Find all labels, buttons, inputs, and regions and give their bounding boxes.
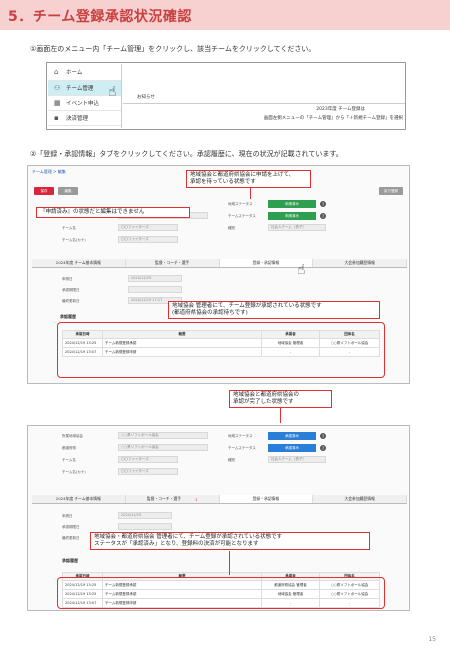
team-status-badge: 承認済み [268, 444, 316, 452]
form-label-team: チーム名 [62, 458, 76, 462]
tab-bar: 2024年度 チーム基本情報 監督・コーチ・選手 登録・承認情報 大会参加履歴情… [32, 259, 407, 268]
callout-arrow [229, 551, 230, 575]
divider [123, 103, 405, 104]
calendar-icon: ▦ [54, 99, 61, 107]
tab-bar: 2024年度 チーム基本情報 監督・コーチ・選手 1 登録・承認情報 大会参加履歴… [32, 495, 407, 504]
type-label: 種別 [228, 458, 235, 462]
callout-pending: 地域協会と都道府県協会に申請を上げて、 承認を待っている状態です [186, 170, 311, 188]
callout-no-edit: 『申請済み』の状態だと編集はできません [36, 207, 190, 218]
region-status-badge: 承認済み [268, 432, 316, 440]
apply-date-label: 申請日 [62, 277, 73, 281]
deadline-field [128, 286, 182, 293]
team-status-label: チームステータス [228, 446, 256, 450]
hand-pointer-icon: ☝ [297, 262, 306, 278]
screenshot-pending: チーム管理 > 編集 保存 編集 戻り登録 都道府県 ○○県ソフトボール協会 チ… [27, 165, 410, 384]
apply-date-field: 2024/12/25 [128, 275, 182, 282]
updated-label: 最終更新日 [62, 536, 80, 540]
deadline-label: 承認期限日 [62, 288, 80, 292]
notice-line2: 画面左側メニューの「チーム管理」から「＋新規チーム登録」を選択 [263, 116, 403, 121]
deadline-label: 承認期限日 [62, 525, 80, 529]
history-highlight [57, 322, 385, 378]
help-circle-icon[interactable]: ? [320, 213, 326, 219]
updated-label: 最終更新日 [62, 299, 80, 303]
team-name-field[interactable]: 〇〇ファイターズ [118, 456, 178, 463]
form-label-kana: チーム名(カナ) [62, 238, 86, 242]
step1-screenshot: ⌂ ホーム ⚇ チーム管理 ▦ イベント申込 ▪ 決済管理 お知らせ 2023年… [46, 62, 406, 130]
help-circle-icon[interactable]: ? [320, 201, 326, 207]
payment-icon: ▪ [54, 114, 59, 122]
apply-date-label: 申請日 [62, 514, 73, 518]
team-status-badge: 申請済み [268, 212, 316, 220]
region-status-label: 地域ステータス [228, 202, 253, 206]
team-name-field[interactable]: 〇〇ファイターズ [118, 224, 178, 231]
slide-title: 5．チーム登録承認状況確認 [8, 9, 192, 25]
tab-staff[interactable]: 監督・コーチ・選手 [125, 259, 220, 267]
type-label: 種別 [228, 226, 235, 230]
region-status-label: 地域ステータス [228, 434, 253, 438]
tab-registration[interactable]: 登録・承認情報 [219, 495, 314, 503]
page-number: 15 [428, 636, 436, 643]
help-circle-icon[interactable]: ? [320, 445, 326, 451]
notice-label: お知らせ [137, 95, 155, 100]
callout-arrow [250, 188, 251, 199]
edit-button[interactable]: 編集 [58, 187, 78, 195]
team-icon: ⚇ [54, 84, 61, 92]
menu-item-payment[interactable]: ▪ 決済管理 [48, 111, 121, 126]
prefecture-field[interactable]: ○○県ソフトボール協会 [118, 444, 208, 451]
history-highlight [57, 577, 385, 609]
tab-history[interactable]: 大会参加履歴情報 [313, 495, 407, 503]
help-circle-icon[interactable]: ? [320, 433, 326, 439]
form-label-kana: チーム名(カナ) [62, 470, 86, 474]
team-kana-field[interactable]: 〇〇ファイターズ [118, 236, 178, 243]
form-label-prefecture: 都道府県 [62, 446, 76, 450]
tab-badge: 1 [195, 496, 198, 502]
region-status-badge: 申請済み [268, 200, 316, 208]
home-icon: ⌂ [54, 68, 59, 76]
tab-staff[interactable]: 監督・コーチ・選手 1 [125, 495, 220, 503]
callout-region-approved: 地域協会 管理者にて、チーム登録が承認されている状態です (都道府県協会の承認待… [168, 301, 380, 319]
screenshot-approved: 所属地域協会 ○○県ソフトボール協会 都道府県 ○○県ソフトボール協会 チーム名… [27, 425, 410, 611]
region-field[interactable]: ○○県ソフトボール協会 [118, 432, 208, 439]
type-select[interactable]: 社会人チーム（男子） [268, 456, 326, 463]
step2-instruction: ②「登録・承認情報」タブをクリックしてください。承認履歴に、現在の状況が記載され… [30, 150, 343, 158]
menu-item-home[interactable]: ⌂ ホーム [48, 64, 121, 81]
save-button[interactable]: 保存 [34, 187, 54, 195]
breadcrumb[interactable]: チーム管理 > 編集 [32, 169, 66, 175]
step1-instruction: ①画面左のメニュー内「チーム管理」をクリックし、該当チームをクリックしてください… [30, 45, 316, 53]
callout-arrow [280, 408, 281, 423]
form-label-team: チーム名 [62, 226, 76, 230]
tab-basic-info[interactable]: 2024年度 チーム基本情報 [32, 259, 126, 267]
team-kana-field[interactable]: 〇〇ファイターズ [118, 468, 178, 475]
team-status-label: チームステータス [228, 214, 256, 218]
history-label: 承認履歴 [62, 558, 78, 563]
form-label-region: 所属地域協会 [62, 434, 83, 438]
history-label: 承認履歴 [60, 314, 76, 319]
type-select[interactable]: 社会人チーム（男子） [268, 224, 326, 231]
apply-date-field: 2024/12/25 [118, 512, 172, 519]
callout-fully-approved: 地域協会・都道府県協会 管理者にて、チーム登録が承認されている状態です ステータ… [90, 532, 370, 550]
hand-pointer-icon: ☝ [108, 84, 117, 100]
tab-basic-info[interactable]: 2024年度 チーム基本情報 [32, 495, 126, 503]
tab-history[interactable]: 大会参加履歴情報 [313, 259, 407, 267]
deadline-field [118, 523, 172, 530]
back-button[interactable]: 戻り登録 [379, 187, 403, 195]
notice-line1: 2023年度 チーム登録は [316, 107, 365, 112]
callout-completed: 地域協会と都道府県協会の 承認が完了した状態です [229, 390, 332, 408]
